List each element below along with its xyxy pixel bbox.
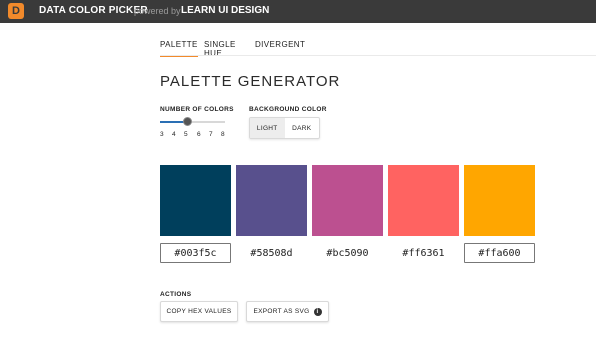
learn-ui-design-link[interactable]: LEARN UI DESIGN <box>181 5 269 16</box>
copy-hex-values-button[interactable]: COPY HEX VALUES <box>160 301 238 322</box>
number-of-colors-slider-track[interactable] <box>160 121 225 123</box>
color-swatch[interactable] <box>236 165 307 236</box>
tab-divergent[interactable]: DIVERGENT <box>255 40 305 55</box>
hex-value-field[interactable]: #bc5090 <box>312 243 383 263</box>
hex-value-field[interactable]: #003f5c <box>160 243 231 263</box>
tick-label: 7 <box>209 131 213 138</box>
top-bar: D DATA COLOR PICKER powered by LEARN UI … <box>0 0 596 23</box>
number-of-colors-slider-thumb[interactable] <box>183 117 192 126</box>
hex-value-field[interactable]: #ff6361 <box>388 243 459 263</box>
color-swatch[interactable] <box>388 165 459 236</box>
background-color-toggle: LIGHT DARK <box>249 117 320 139</box>
app-title: DATA COLOR PICKER <box>39 5 148 16</box>
info-icon[interactable]: i <box>313 307 322 316</box>
copy-hex-values-label: COPY HEX VALUES <box>166 308 232 315</box>
number-of-colors-label: NUMBER OF COLORS <box>160 106 234 113</box>
dark-option-button[interactable]: DARK <box>285 118 320 138</box>
hex-value-field[interactable]: #ffa600 <box>464 243 535 263</box>
export-as-svg-label: EXPORT AS SVG <box>253 308 310 315</box>
background-color-label: BACKGROUND COLOR <box>249 106 327 113</box>
tick-label: 5 <box>184 131 188 138</box>
color-swatch[interactable] <box>160 165 231 236</box>
powered-by-text: powered by <box>134 6 181 16</box>
export-as-svg-button[interactable]: EXPORT AS SVG i <box>246 301 329 322</box>
logo-icon[interactable]: D <box>8 3 24 19</box>
tab-single-hue[interactable]: SINGLE HUE <box>204 40 236 64</box>
hex-value-field[interactable]: #58508d <box>236 243 307 263</box>
color-swatch[interactable] <box>312 165 383 236</box>
tick-label: 4 <box>172 131 176 138</box>
light-option-button[interactable]: LIGHT <box>250 118 285 138</box>
tab-divider <box>160 55 596 56</box>
actions-label: ACTIONS <box>160 291 192 298</box>
tick-label: 3 <box>160 131 164 138</box>
page-title: PALETTE GENERATOR <box>160 73 341 90</box>
slider-ticks: 3 4 5 6 7 8 <box>160 131 228 139</box>
color-swatch[interactable] <box>464 165 535 236</box>
tick-label: 8 <box>221 131 225 138</box>
tick-label: 6 <box>197 131 201 138</box>
